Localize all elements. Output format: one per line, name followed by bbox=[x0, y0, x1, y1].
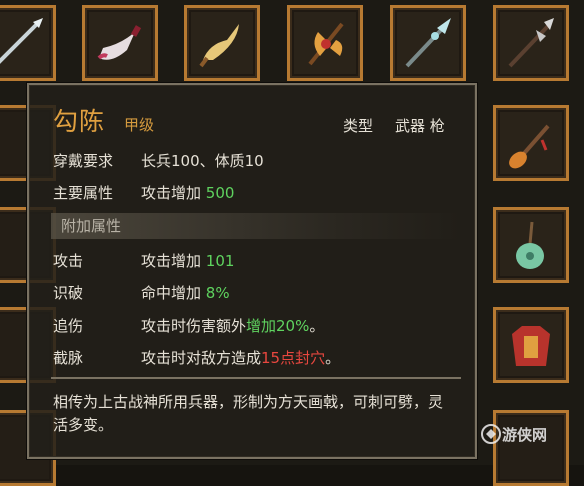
extra-attr-highlight: 15点封穴 bbox=[261, 349, 326, 367]
main-attr-text: 攻击增加 bbox=[141, 184, 202, 202]
spear-icon bbox=[0, 18, 43, 64]
extra-attr-suffix: 。 bbox=[325, 349, 341, 367]
brush-weapon-icon bbox=[509, 124, 550, 169]
jade-spear-icon bbox=[405, 18, 451, 68]
inventory-slot-halberd[interactable] bbox=[493, 5, 569, 81]
extra-attr-text: 攻击时对敌方造成 bbox=[141, 349, 262, 367]
extra-attr-title: 附加属性 bbox=[61, 217, 122, 235]
pipa-weapon-icon bbox=[516, 221, 544, 269]
inventory-slot-guandao[interactable] bbox=[184, 5, 260, 81]
extra-attr-header: 附加属性 bbox=[51, 213, 461, 239]
extra-attr-text: 攻击时伤害额外 bbox=[141, 317, 247, 335]
watermark-logo-icon bbox=[481, 424, 501, 444]
inventory-slot-pipa[interactable] bbox=[493, 207, 569, 283]
extra-attr-text: 命中增加 bbox=[141, 284, 202, 302]
extra-attr-label: 攻击 bbox=[53, 252, 84, 270]
guandao-icon bbox=[199, 24, 239, 68]
battle-axe-icon bbox=[308, 22, 344, 66]
extra-attr-text: 攻击增加 bbox=[141, 252, 202, 270]
inventory-slot-jade-spear[interactable] bbox=[390, 5, 466, 81]
extra-attr-highlight: 增加20% bbox=[246, 317, 310, 335]
item-name: 勾陈 bbox=[53, 107, 106, 136]
item-description: 相传为上古战神所用兵器，形制为方天画戟，可刺可劈，灵活多变。 bbox=[53, 393, 444, 434]
main-attr-label: 主要属性 bbox=[53, 184, 114, 202]
inventory-slot-spear-1[interactable] bbox=[0, 5, 56, 81]
extra-attr-label: 追伤 bbox=[53, 317, 84, 335]
extra-attr-label: 识破 bbox=[53, 284, 84, 302]
inventory-slot-brush[interactable] bbox=[493, 105, 569, 181]
red-armor-icon bbox=[512, 326, 550, 366]
inventory-slot-red-armor[interactable] bbox=[493, 307, 569, 383]
scimitar-icon bbox=[97, 25, 142, 60]
inventory-slot-scimitar[interactable] bbox=[82, 5, 158, 81]
inventory-slot-axe[interactable] bbox=[287, 5, 363, 81]
extra-attr-label: 截脉 bbox=[53, 349, 84, 367]
item-tooltip: 勾陈 甲级 类型 武器 枪 穿戴要求 长兵100、体质10 主要属性 攻击增加 … bbox=[27, 83, 477, 459]
extra-attr-value: 101 bbox=[205, 252, 235, 270]
inventory-slot-green-armor[interactable] bbox=[493, 410, 569, 486]
extra-attr-value: 8% bbox=[205, 284, 230, 302]
item-grade: 甲级 bbox=[124, 116, 155, 134]
extra-attr-suffix: 。 bbox=[309, 317, 325, 335]
halberd-icon bbox=[508, 18, 554, 68]
watermark-text: 游侠网 bbox=[502, 426, 548, 444]
tooltip-divider bbox=[51, 377, 461, 379]
item-type-value: 武器 枪 bbox=[395, 117, 445, 135]
requirement-value: 长兵100、体质10 bbox=[141, 152, 264, 170]
item-type-label: 类型 bbox=[343, 117, 374, 135]
main-attr-value: 500 bbox=[205, 184, 235, 202]
requirement-label: 穿戴要求 bbox=[53, 152, 114, 170]
